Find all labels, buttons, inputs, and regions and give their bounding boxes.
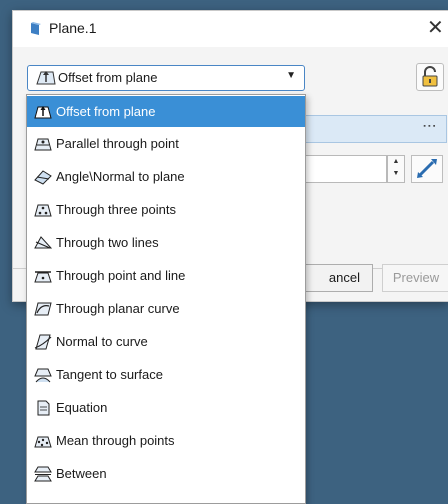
- between-icon: [34, 466, 52, 481]
- two-lines-icon: [34, 235, 52, 249]
- option-label: Through two lines: [56, 235, 159, 250]
- tangent-surface-icon: [34, 368, 52, 382]
- option-label: Equation: [56, 400, 108, 415]
- measure-button[interactable]: [411, 155, 443, 183]
- measure-icon: [417, 159, 437, 178]
- option-label: Through planar curve: [56, 301, 180, 316]
- option-through-three-points[interactable]: Through three points: [27, 194, 305, 225]
- option-label: Through point and line: [56, 268, 186, 283]
- dialog-title: Plane.1: [49, 20, 97, 36]
- option-through-point-and-line[interactable]: Through point and line: [27, 260, 305, 291]
- parallel-point-icon: [34, 138, 52, 150]
- title-bar[interactable]: Plane.1 ✕: [13, 11, 448, 47]
- plane-type-value: Offset from plane: [58, 70, 158, 85]
- chevron-down-icon: ▼: [286, 70, 296, 81]
- plane-icon: [31, 22, 41, 35]
- option-through-two-lines[interactable]: Through two lines: [27, 227, 305, 258]
- normal-curve-icon: [34, 334, 52, 349]
- angle-normal-icon: [34, 169, 52, 185]
- option-offset-from-plane[interactable]: Offset from plane: [27, 96, 305, 127]
- offset-plane-icon: [34, 105, 52, 118]
- point-line-icon: [34, 270, 52, 282]
- option-label: Through three points: [56, 202, 176, 217]
- option-tangent-to-surface[interactable]: Tangent to surface: [27, 359, 305, 390]
- preview-button[interactable]: Preview: [382, 264, 448, 292]
- option-parallel-through-point[interactable]: Parallel through point: [27, 128, 305, 159]
- option-label: Tangent to surface: [56, 367, 163, 382]
- stepper-up-icon[interactable]: ▲: [388, 156, 404, 168]
- plane-type-dropdown: Offset from plane Parallel through point…: [26, 94, 306, 504]
- option-equation[interactable]: Equation: [27, 392, 305, 423]
- option-label: Normal to curve: [56, 334, 148, 349]
- option-label: Between: [56, 466, 107, 481]
- three-points-icon: [34, 204, 52, 216]
- option-label: Angle\Normal to plane: [56, 169, 185, 184]
- option-normal-to-curve[interactable]: Normal to curve: [27, 326, 305, 357]
- more-options-icon[interactable]: ⋮: [422, 119, 438, 132]
- mean-points-icon: [34, 436, 52, 447]
- option-label: Parallel through point: [56, 136, 179, 151]
- offset-stepper[interactable]: ▲ ▼: [387, 155, 405, 183]
- plane-type-select[interactable]: Offset from plane ▼: [27, 65, 305, 91]
- lock-button[interactable]: [416, 63, 444, 91]
- option-label: Mean through points: [56, 433, 175, 448]
- lock-icon: [422, 66, 438, 87]
- offset-plane-icon: [36, 71, 56, 85]
- close-icon[interactable]: ✕: [427, 15, 448, 41]
- stepper-down-icon[interactable]: ▼: [388, 168, 404, 180]
- option-mean-through-points[interactable]: Mean through points: [27, 425, 305, 456]
- planar-curve-icon: [34, 302, 52, 315]
- equation-icon: [37, 400, 50, 415]
- option-angle-normal-to-plane[interactable]: Angle\Normal to plane: [27, 161, 305, 192]
- option-between[interactable]: Between: [27, 458, 305, 489]
- option-through-planar-curve[interactable]: Through planar curve: [27, 293, 305, 324]
- option-label: Offset from plane: [56, 104, 156, 119]
